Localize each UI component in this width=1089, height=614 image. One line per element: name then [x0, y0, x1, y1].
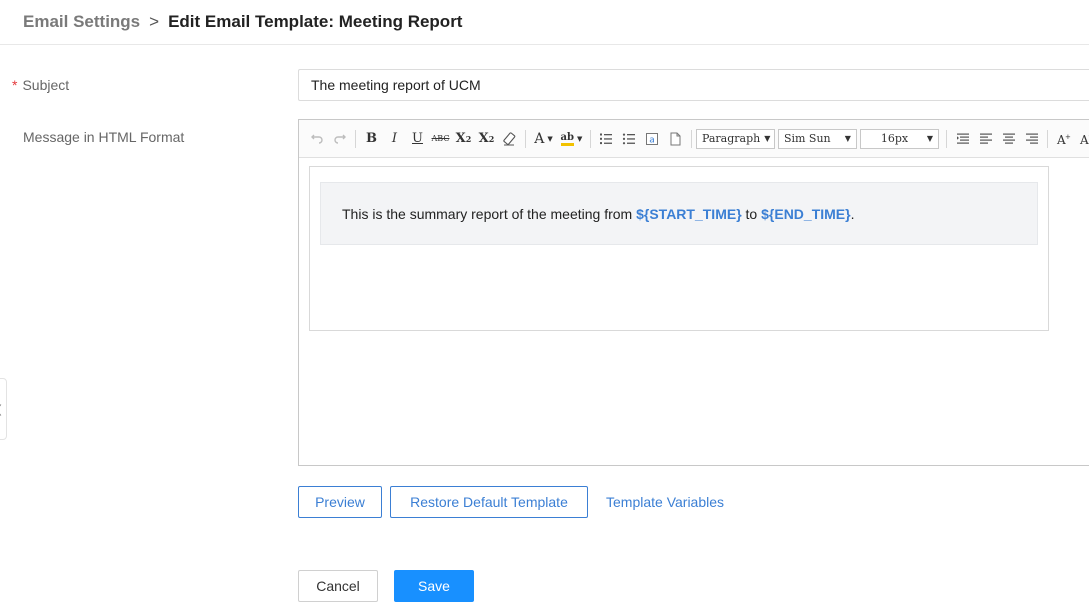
chevron-down-icon: ▼: [764, 134, 771, 143]
subscript-label: X: [478, 131, 489, 146]
chevron-down-icon: ▼: [844, 134, 851, 143]
redo-icon[interactable]: [329, 128, 351, 150]
cancel-button[interactable]: Cancel: [298, 570, 378, 602]
page-break-icon[interactable]: [664, 128, 686, 150]
subscript-button[interactable]: X2: [475, 128, 497, 150]
strikethrough-button[interactable]: ABC: [429, 128, 451, 150]
font-family-select-value: Sim Sun: [783, 132, 831, 145]
subject-input[interactable]: [298, 69, 1089, 101]
underline-button[interactable]: U: [406, 128, 428, 150]
font-color-label: A: [534, 130, 545, 147]
align-center-icon[interactable]: [998, 128, 1020, 150]
preview-button[interactable]: Preview: [298, 486, 382, 518]
template-variables-link[interactable]: Template Variables: [606, 494, 724, 510]
subject-label: * Subject: [12, 77, 69, 93]
breadcrumb-separator: >: [149, 12, 160, 31]
toolbar-divider: [946, 129, 948, 148]
chevron-down-icon: ▼: [577, 134, 583, 143]
unordered-list-icon[interactable]: [618, 128, 640, 150]
summary-text-middle: to: [741, 205, 762, 222]
html-editor: B I U ABC X2 X2 A ▼ ab ▼ a Paragraph ▼ Sim …: [298, 119, 1089, 466]
breadcrumb-email-settings-link[interactable]: Email Settings: [23, 12, 140, 32]
end-time-variable: ${END_TIME}: [761, 205, 851, 222]
font-decrease-icon[interactable]: A-: [1076, 128, 1089, 150]
highlight-button[interactable]: ab ▼: [557, 128, 585, 150]
toolbar-divider: [1047, 129, 1048, 148]
font-size-select[interactable]: 16px ▼: [859, 128, 940, 149]
chevron-down-icon: ▼: [926, 134, 934, 143]
highlight-label: ab: [560, 132, 575, 146]
message-label: Message in HTML Format: [23, 129, 185, 145]
superscript-mark: 2: [465, 133, 472, 144]
subject-label-text: Subject: [22, 77, 70, 93]
subscript-mark: 2: [488, 133, 495, 144]
paragraph-select-value: Paragraph: [701, 132, 761, 145]
font-color-button[interactable]: A ▼: [530, 128, 556, 150]
toolbar-divider: [524, 129, 526, 148]
ordered-list-icon[interactable]: [595, 128, 617, 150]
anchor-icon[interactable]: a: [641, 128, 663, 150]
breadcrumb: Email Settings > Edit Email Template: Me…: [0, 0, 1089, 45]
eraser-icon[interactable]: [498, 128, 520, 150]
font-family-select[interactable]: Sim Sun ▼: [777, 128, 857, 149]
sidebar-collapse-tab[interactable]: ❮: [0, 378, 7, 440]
undo-icon[interactable]: [306, 128, 328, 150]
page-title: Edit Email Template: Meeting Report: [168, 12, 463, 31]
restore-default-template-button[interactable]: Restore Default Template: [390, 486, 588, 518]
chevron-down-icon: ▼: [547, 134, 553, 143]
svg-text:+: +: [1065, 133, 1071, 141]
font-increase-icon[interactable]: A +: [1053, 128, 1075, 150]
summary-text-before: This is the summary report of the meetin…: [342, 205, 637, 222]
toolbar-divider: [355, 129, 356, 148]
toolbar-divider: [690, 129, 692, 148]
superscript-label: X: [455, 131, 466, 146]
svg-text:A: A: [1079, 133, 1089, 146]
paragraph-select[interactable]: Paragraph ▼: [695, 128, 775, 149]
bold-button[interactable]: B: [360, 128, 382, 150]
indent-icon[interactable]: [952, 128, 974, 150]
editor-toolbar: B I U ABC X2 X2 A ▼ ab ▼ a Paragraph ▼ Sim …: [299, 120, 1089, 158]
italic-button[interactable]: I: [383, 128, 405, 150]
align-left-icon[interactable]: [975, 128, 997, 150]
font-size-select-value: 16px: [880, 132, 909, 145]
align-right-icon[interactable]: [1021, 128, 1043, 150]
svg-text:a: a: [650, 135, 656, 145]
toolbar-divider: [589, 129, 591, 148]
summary-text-after: .: [850, 205, 855, 222]
required-mark: *: [12, 77, 18, 93]
save-button[interactable]: Save: [394, 570, 474, 602]
superscript-button[interactable]: X2: [452, 128, 474, 150]
chevron-left-icon: ❮: [0, 403, 3, 416]
summary-text: This is the summary report of the meetin…: [342, 206, 854, 222]
start-time-variable: ${START_TIME}: [636, 205, 742, 222]
editor-content-area[interactable]: This is the summary report of the meetin…: [309, 166, 1049, 331]
summary-box: This is the summary report of the meetin…: [320, 182, 1038, 245]
